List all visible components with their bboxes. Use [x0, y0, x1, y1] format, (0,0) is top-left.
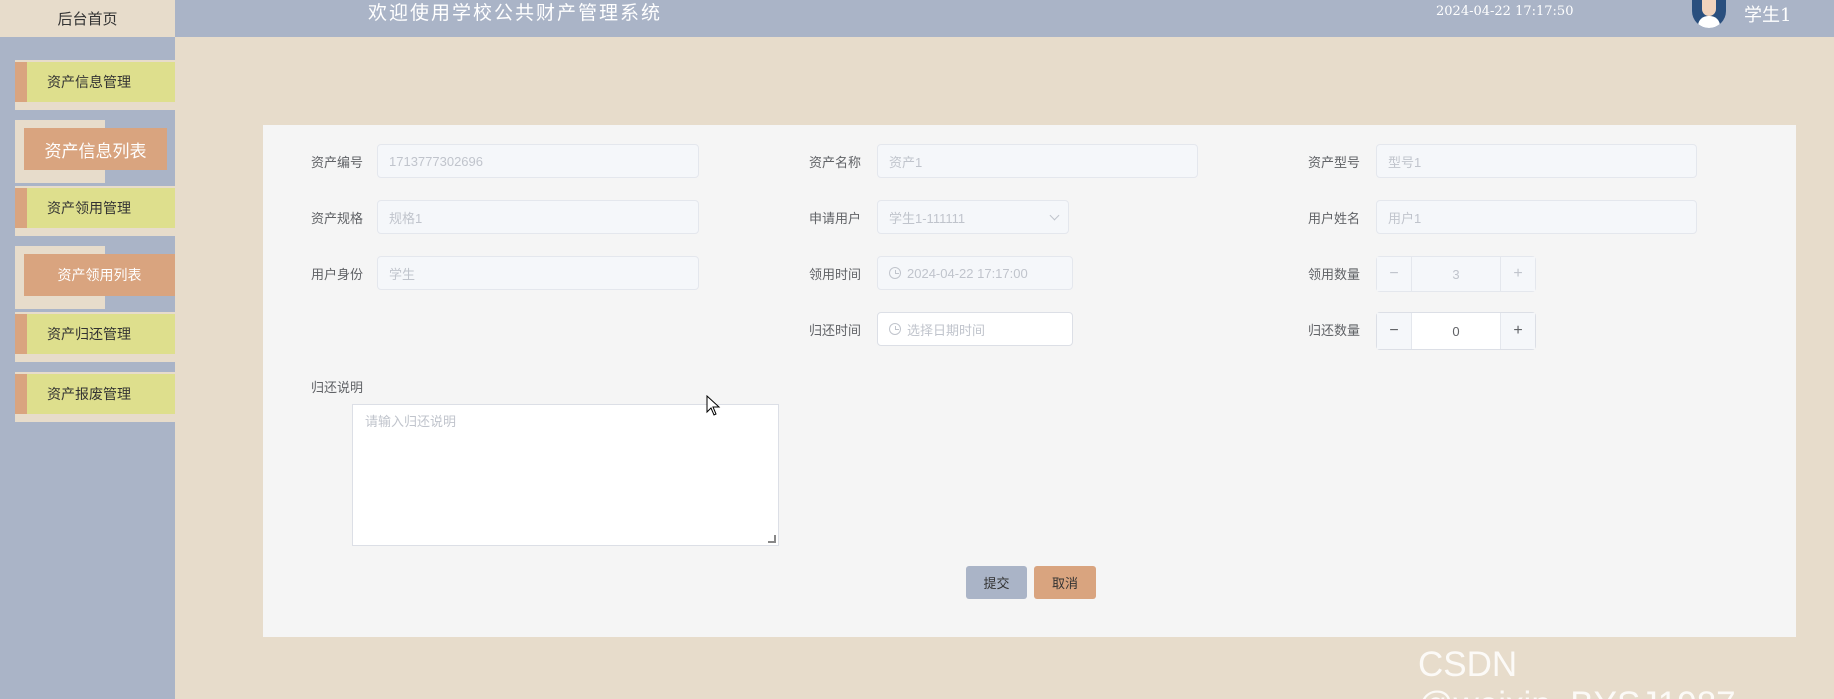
asset-name-field[interactable]: 资产1	[877, 144, 1198, 178]
return-qty-increment-button[interactable]: +	[1500, 313, 1535, 349]
clock-icon	[889, 323, 901, 335]
user-name-field[interactable]: 用户1	[1376, 200, 1697, 234]
asset-name-label: 资产名称	[809, 156, 862, 171]
use-qty-stepper[interactable]: − 3 +	[1376, 256, 1536, 292]
asset-no-label: 资产编号	[311, 156, 364, 171]
return-note-label: 归还说明	[311, 381, 364, 396]
username[interactable]: 学生1	[1744, 1, 1791, 27]
avatar-shirt-icon	[1698, 16, 1720, 28]
cancel-button[interactable]: 取消	[1034, 566, 1096, 599]
return-qty-value: 0	[1452, 323, 1460, 339]
use-time-value: 2024-04-22 17:17:00	[907, 265, 1028, 281]
sidebar-item-asset-return-manage[interactable]: 资产归还管理	[15, 314, 175, 354]
asset-spec-label: 资产规格	[311, 212, 364, 227]
return-qty-decrement-button[interactable]: −	[1377, 313, 1412, 349]
use-qty-decrement-button[interactable]: −	[1377, 257, 1412, 291]
current-datetime: 2024-04-22 17:17:50	[1436, 4, 1574, 19]
return-qty-stepper[interactable]: − 0 +	[1376, 312, 1536, 350]
clock-icon	[889, 267, 901, 279]
sidebar-group-asset-scrap: 资产报废管理	[15, 372, 175, 422]
user-avatar[interactable]	[1692, 0, 1726, 28]
sidebar-item-asset-info-manage[interactable]: 资产信息管理	[15, 62, 175, 102]
sidebar-item-asset-info-list[interactable]: 资产信息列表	[24, 128, 167, 170]
submit-button[interactable]: 提交	[966, 566, 1027, 599]
resize-handle-icon[interactable]	[768, 535, 776, 543]
sidebar-item-asset-use-list[interactable]: 资产领用列表	[24, 254, 175, 296]
use-qty-label: 领用数量	[1308, 268, 1361, 283]
user-name-label: 用户姓名	[1308, 212, 1361, 227]
asset-spec-field[interactable]: 规格1	[377, 200, 699, 234]
avatar-face-icon	[1702, 0, 1716, 16]
app-title: 欢迎使用学校公共财产管理系统	[368, 2, 663, 24]
chevron-down-icon	[1049, 210, 1060, 221]
user-identity-label: 用户身份	[311, 268, 364, 283]
return-time-placeholder: 选择日期时间	[907, 322, 986, 338]
return-form-card: 资产编号 1713777302696 资产名称 资产1 资产型号 型号1 资产规…	[263, 125, 1796, 637]
sidebar-item-asset-scrap-manage[interactable]: 资产报废管理	[15, 374, 175, 414]
return-note-textarea[interactable]: 请输入归还说明	[352, 404, 779, 546]
sidebar-sub-asset-use: 资产领用列表	[15, 246, 175, 309]
return-qty-label: 归还数量	[1308, 324, 1361, 339]
top-bar: 后台首页 欢迎使用学校公共财产管理系统 2024-04-22 17:17:50 …	[0, 0, 1834, 37]
mouse-cursor-icon	[706, 395, 721, 416]
use-time-label: 领用时间	[809, 268, 862, 283]
use-time-field[interactable]: 2024-04-22 17:17:00	[877, 256, 1073, 290]
return-note-placeholder: 请输入归还说明	[365, 414, 457, 429]
use-qty-increment-button[interactable]: +	[1500, 257, 1535, 291]
apply-user-label: 申请用户	[809, 212, 862, 227]
sidebar-group-asset-return: 资产归还管理	[15, 312, 175, 362]
sidebar-sub-asset-info: 资产信息列表	[15, 120, 175, 183]
sidebar: 资产信息管理 资产信息列表 资产领用管理 资产领用列表 资产归还管理 资产报废管…	[0, 37, 175, 699]
sidebar-group-asset-use: 资产领用管理	[15, 186, 175, 236]
sidebar-item-asset-use-manage[interactable]: 资产领用管理	[15, 188, 175, 228]
asset-model-label: 资产型号	[1308, 156, 1361, 171]
asset-no-field[interactable]: 1713777302696	[377, 144, 699, 178]
asset-model-field[interactable]: 型号1	[1376, 144, 1697, 178]
watermark: CSDN @weixin_BYSJ1987	[1418, 645, 1736, 699]
return-time-picker[interactable]: 选择日期时间	[877, 312, 1073, 346]
sidebar-group-asset-info: 资产信息管理	[15, 60, 175, 110]
apply-user-value: 学生1-111111	[889, 210, 966, 226]
user-identity-field[interactable]: 学生	[377, 256, 699, 290]
apply-user-select[interactable]: 学生1-111111	[877, 200, 1069, 234]
use-qty-value: 3	[1452, 266, 1460, 282]
home-button[interactable]: 后台首页	[0, 0, 175, 37]
return-time-label: 归还时间	[809, 324, 862, 339]
